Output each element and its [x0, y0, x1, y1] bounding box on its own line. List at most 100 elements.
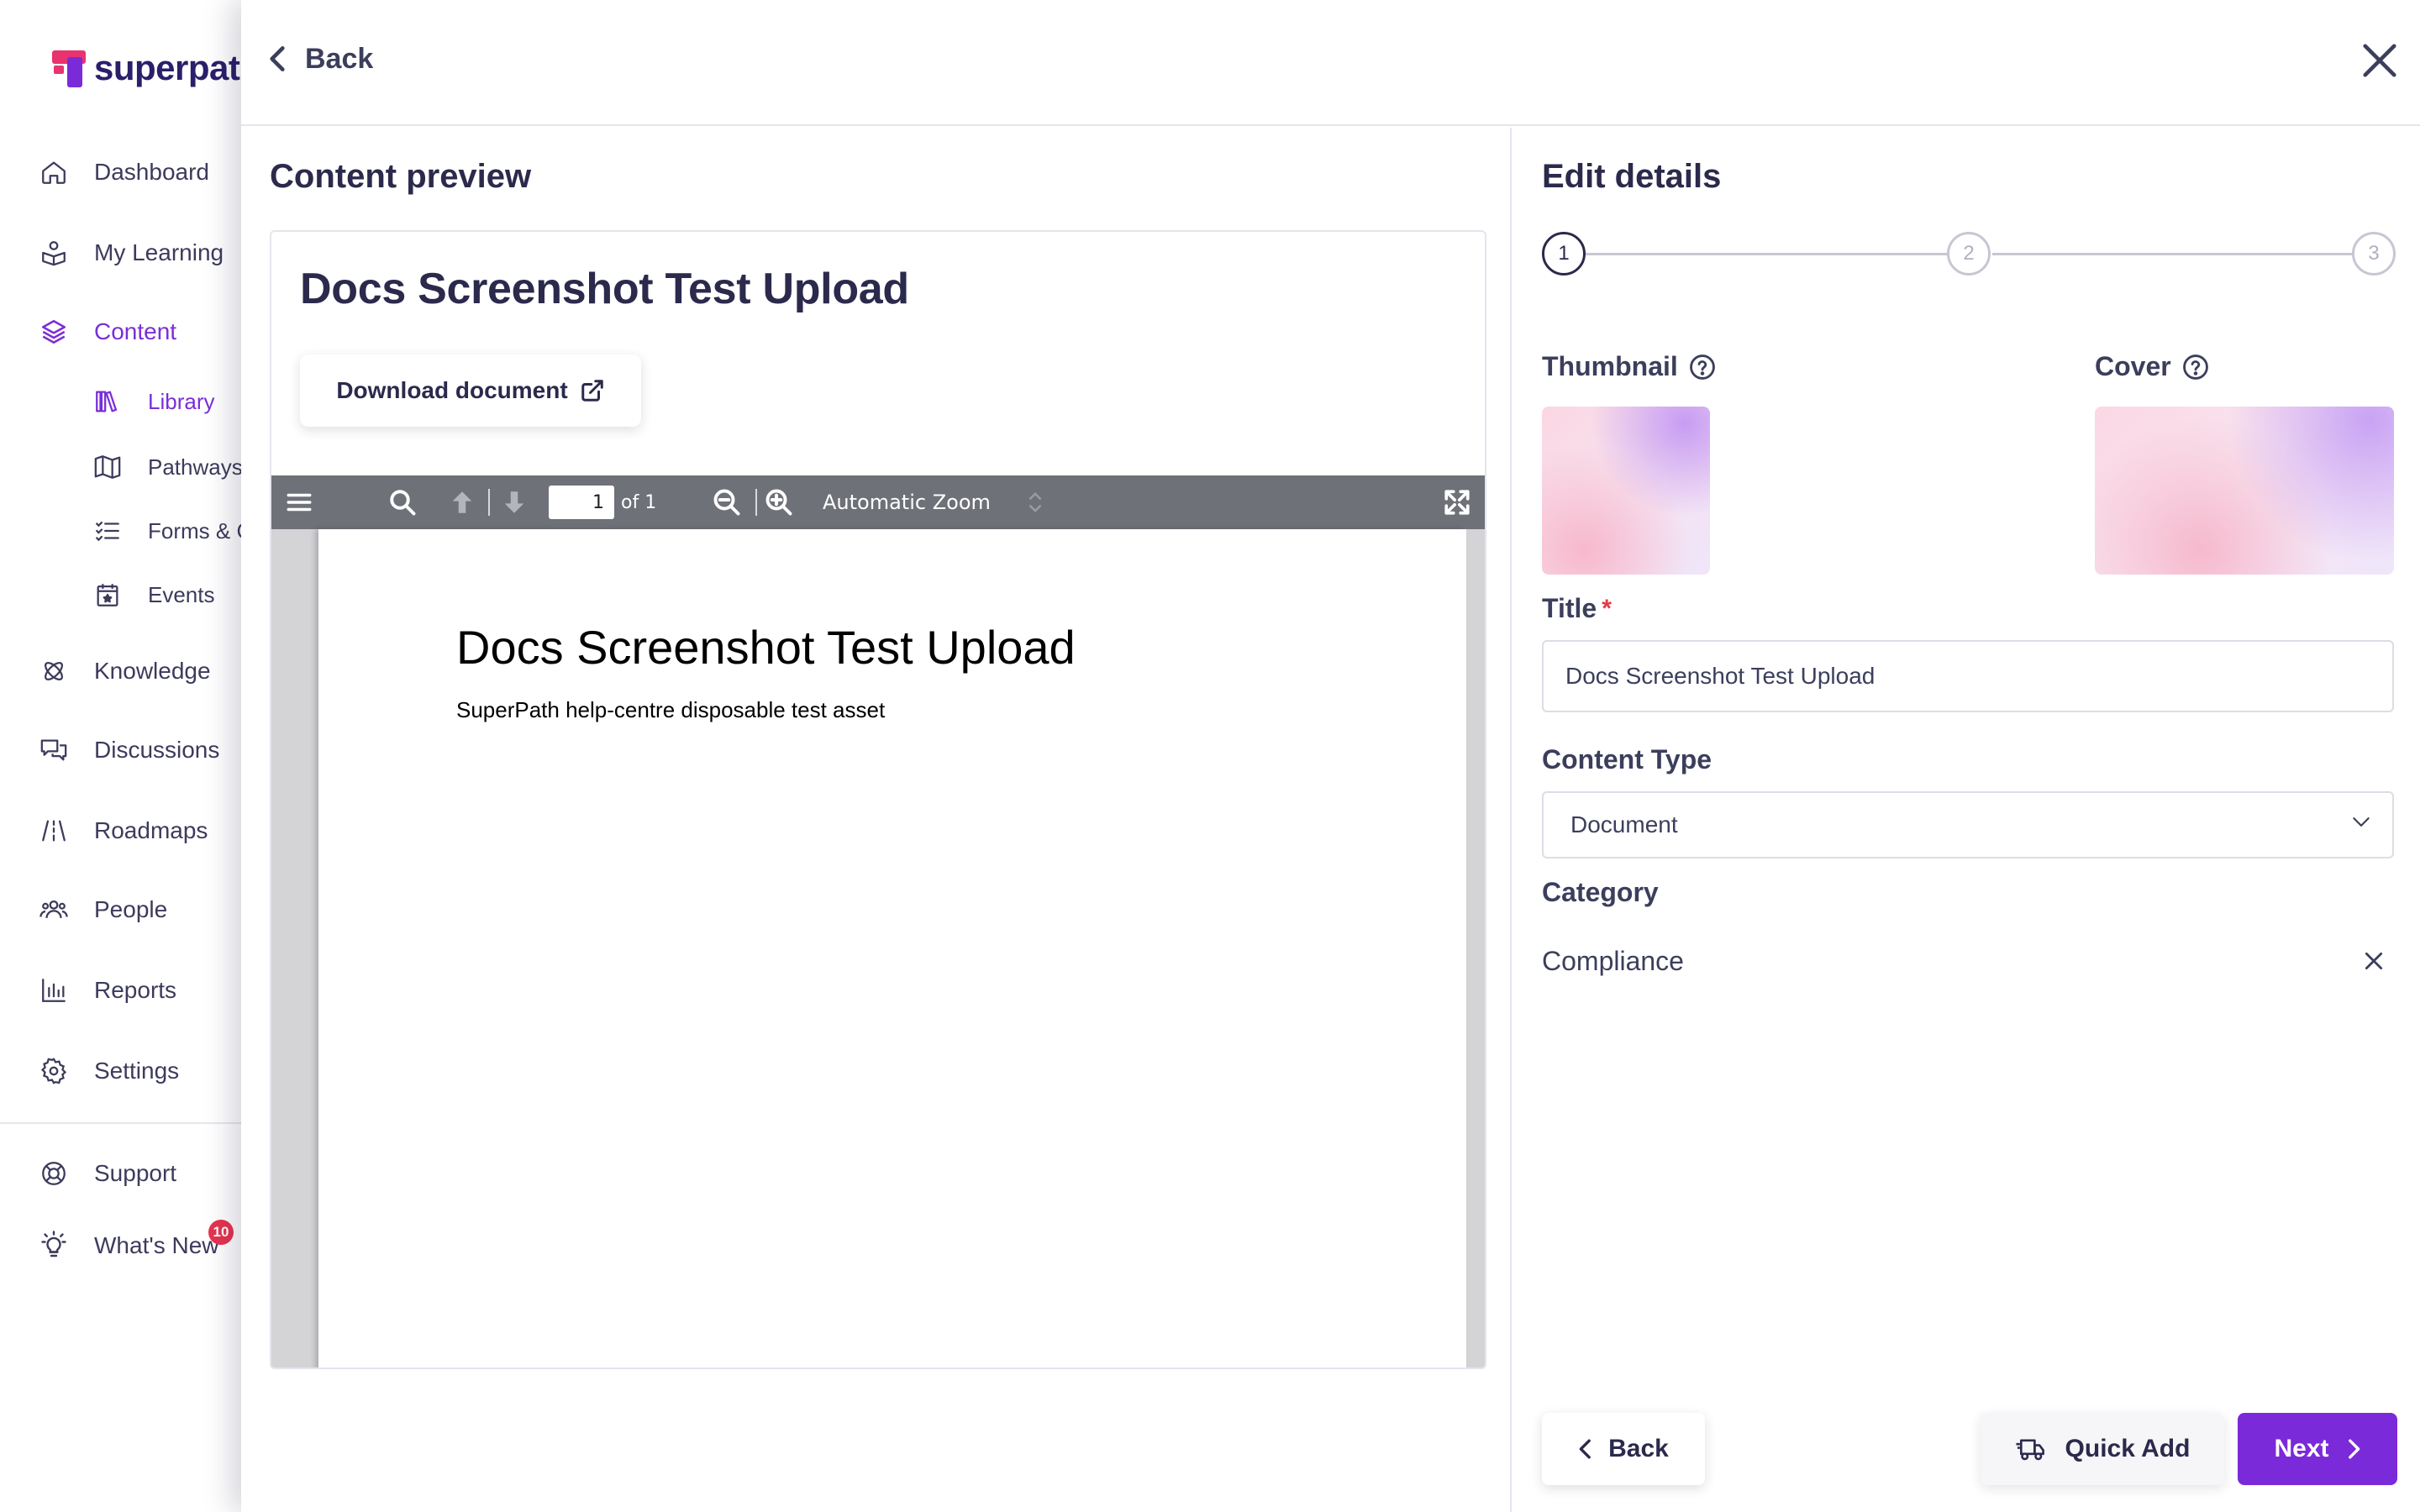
- next-button-label: Next: [2274, 1435, 2329, 1462]
- sidebar-item-label: Settings: [94, 1058, 180, 1084]
- sidebar-item-whats-new[interactable]: What's New: [37, 1225, 219, 1267]
- edit-content-drawer: Back Content preview Docs Screenshot Tes…: [241, 0, 2420, 1512]
- step-3[interactable]: 3: [2352, 232, 2396, 276]
- sidebar-subitem-label: Pathways: [148, 454, 243, 480]
- fullscreen-icon[interactable]: [1443, 475, 1471, 529]
- sidebar-subitem-forms[interactable]: Forms & C: [91, 512, 252, 549]
- clear-category-button[interactable]: [2359, 948, 2389, 978]
- content-preview-pane: Content preview Docs Screenshot Test Upl…: [241, 128, 1512, 1512]
- sidebar-item-people[interactable]: People: [37, 889, 167, 931]
- next-button[interactable]: Next: [2238, 1413, 2397, 1485]
- sidebar-item-knowledge[interactable]: Knowledge: [37, 650, 211, 692]
- chevron-right-icon: [2346, 1437, 2361, 1461]
- sidebar-item-label: What's New: [94, 1232, 219, 1258]
- delivery-truck-icon: [2015, 1435, 2047, 1463]
- page-count-label: of 1: [621, 491, 657, 513]
- thumbnail-label: Thumbnail: [1542, 351, 1717, 382]
- lightbulb-icon: [37, 1229, 71, 1263]
- toolbar-separator: [488, 489, 490, 516]
- help-icon[interactable]: [1688, 353, 1717, 381]
- title-input[interactable]: Docs Screenshot Test Upload: [1542, 640, 2394, 712]
- superpath-logo-mark: [49, 47, 89, 89]
- sidebar-item-label: People: [94, 896, 168, 922]
- sidebar-item-discussions[interactable]: Discussions: [37, 729, 219, 771]
- back-button-label: Back: [1608, 1435, 1669, 1462]
- sidebar-item-dashboard[interactable]: Dashboard: [37, 151, 209, 193]
- quick-add-button[interactable]: Quick Add: [1981, 1413, 2224, 1485]
- page-number-input[interactable]: 1: [549, 486, 614, 519]
- sidebar: superpath Dashboard My Learning Content …: [0, 0, 261, 1512]
- sidebar-item-label: My Learning: [94, 239, 224, 265]
- pdf-page-heading: Docs Screenshot Test Upload: [456, 621, 1076, 674]
- chevron-left-icon: [1578, 1437, 1593, 1461]
- stepper: 1 2 3: [1542, 232, 2396, 276]
- pdf-page-text: SuperPath help-centre disposable test as…: [456, 697, 886, 722]
- sidebar-item-support[interactable]: Support: [37, 1152, 176, 1194]
- required-asterisk: *: [1602, 594, 1612, 622]
- sidebar-subitem-library[interactable]: Library: [91, 383, 214, 420]
- close-button[interactable]: [2354, 37, 2405, 87]
- sidebar-subitem-events[interactable]: Events: [91, 576, 215, 613]
- sidebar-item-settings[interactable]: Settings: [37, 1050, 179, 1092]
- title-label: Title *: [1542, 593, 1612, 624]
- sidebar-subitem-label: Forms & C: [148, 517, 253, 543]
- pdf-viewport[interactable]: Docs Screenshot Test Upload SuperPath he…: [271, 529, 1485, 1368]
- document-title: Docs Screenshot Test Upload: [300, 265, 909, 313]
- step-1[interactable]: 1: [1542, 232, 1586, 276]
- zoom-in-icon[interactable]: [764, 475, 794, 529]
- sidebar-item-label: Reports: [94, 977, 177, 1003]
- calendar-icon: [91, 578, 124, 612]
- sidebar-item-label: Content: [94, 318, 177, 344]
- superpath-logo[interactable]: superpath: [49, 47, 261, 89]
- chat-icon: [37, 733, 71, 767]
- back-button[interactable]: Back: [1542, 1413, 1705, 1485]
- sidebar-divider: [0, 1122, 252, 1124]
- title-label-text: Title: [1542, 593, 1597, 623]
- zoom-select[interactable]: Automatic Zoom: [823, 475, 991, 529]
- sidebar-item-label: Knowledge: [94, 658, 211, 684]
- toolbar-separator: [755, 489, 757, 516]
- gear-icon: [37, 1054, 71, 1088]
- back-link-label: Back: [305, 42, 374, 75]
- sidebar-subitem-label: Library: [148, 388, 215, 414]
- atom-icon: [37, 654, 71, 688]
- sidebar-toggle-icon[interactable]: [285, 475, 313, 529]
- help-icon[interactable]: [2181, 353, 2210, 381]
- cover-label: Cover: [2095, 351, 2210, 382]
- checklist-icon: [91, 514, 124, 548]
- road-icon: [37, 814, 71, 848]
- thumbnail-label-text: Thumbnail: [1542, 351, 1678, 381]
- edit-details-pane: Edit details 1 2 3 Thumbnail Cover Title…: [1513, 128, 2420, 1512]
- drawer-header: Back: [241, 0, 2420, 126]
- preview-card: Docs Screenshot Test Upload Download doc…: [270, 230, 1486, 1369]
- cover-label-text: Cover: [2095, 351, 2171, 381]
- edit-details-heading: Edit details: [1542, 158, 1722, 195]
- sidebar-item-roadmaps[interactable]: Roadmaps: [37, 810, 208, 852]
- layers-icon: [37, 315, 71, 349]
- content-type-select[interactable]: Document: [1542, 791, 2394, 858]
- thumbnail-image[interactable]: [1542, 407, 1710, 575]
- notification-badge: 10: [208, 1220, 234, 1245]
- people-icon: [37, 893, 71, 927]
- sidebar-item-my-learning[interactable]: My Learning: [37, 232, 224, 274]
- step-2[interactable]: 2: [1947, 232, 1991, 276]
- zoom-out-icon[interactable]: [712, 475, 742, 529]
- sidebar-item-content[interactable]: Content: [37, 311, 176, 353]
- search-icon[interactable]: [387, 475, 418, 529]
- download-document-button[interactable]: Download document: [300, 354, 641, 427]
- previous-page-icon[interactable]: [448, 475, 476, 529]
- sidebar-subitem-pathways[interactable]: Pathways: [91, 449, 243, 486]
- external-link-icon: [580, 378, 605, 403]
- back-link[interactable]: Back: [266, 42, 373, 76]
- category-label: Category: [1542, 877, 1659, 907]
- chevron-left-icon: [266, 42, 297, 76]
- sidebar-item-label: Roadmaps: [94, 817, 208, 843]
- chevron-down-icon: [2350, 811, 2372, 839]
- close-icon: [2363, 950, 2385, 976]
- sidebar-item-reports[interactable]: Reports: [37, 969, 176, 1011]
- category-value[interactable]: Compliance: [1542, 946, 1684, 977]
- next-page-icon[interactable]: [500, 475, 529, 529]
- cover-image[interactable]: [2095, 407, 2394, 575]
- updown-caret-icon: [1028, 489, 1043, 520]
- close-icon: [2360, 41, 2399, 84]
